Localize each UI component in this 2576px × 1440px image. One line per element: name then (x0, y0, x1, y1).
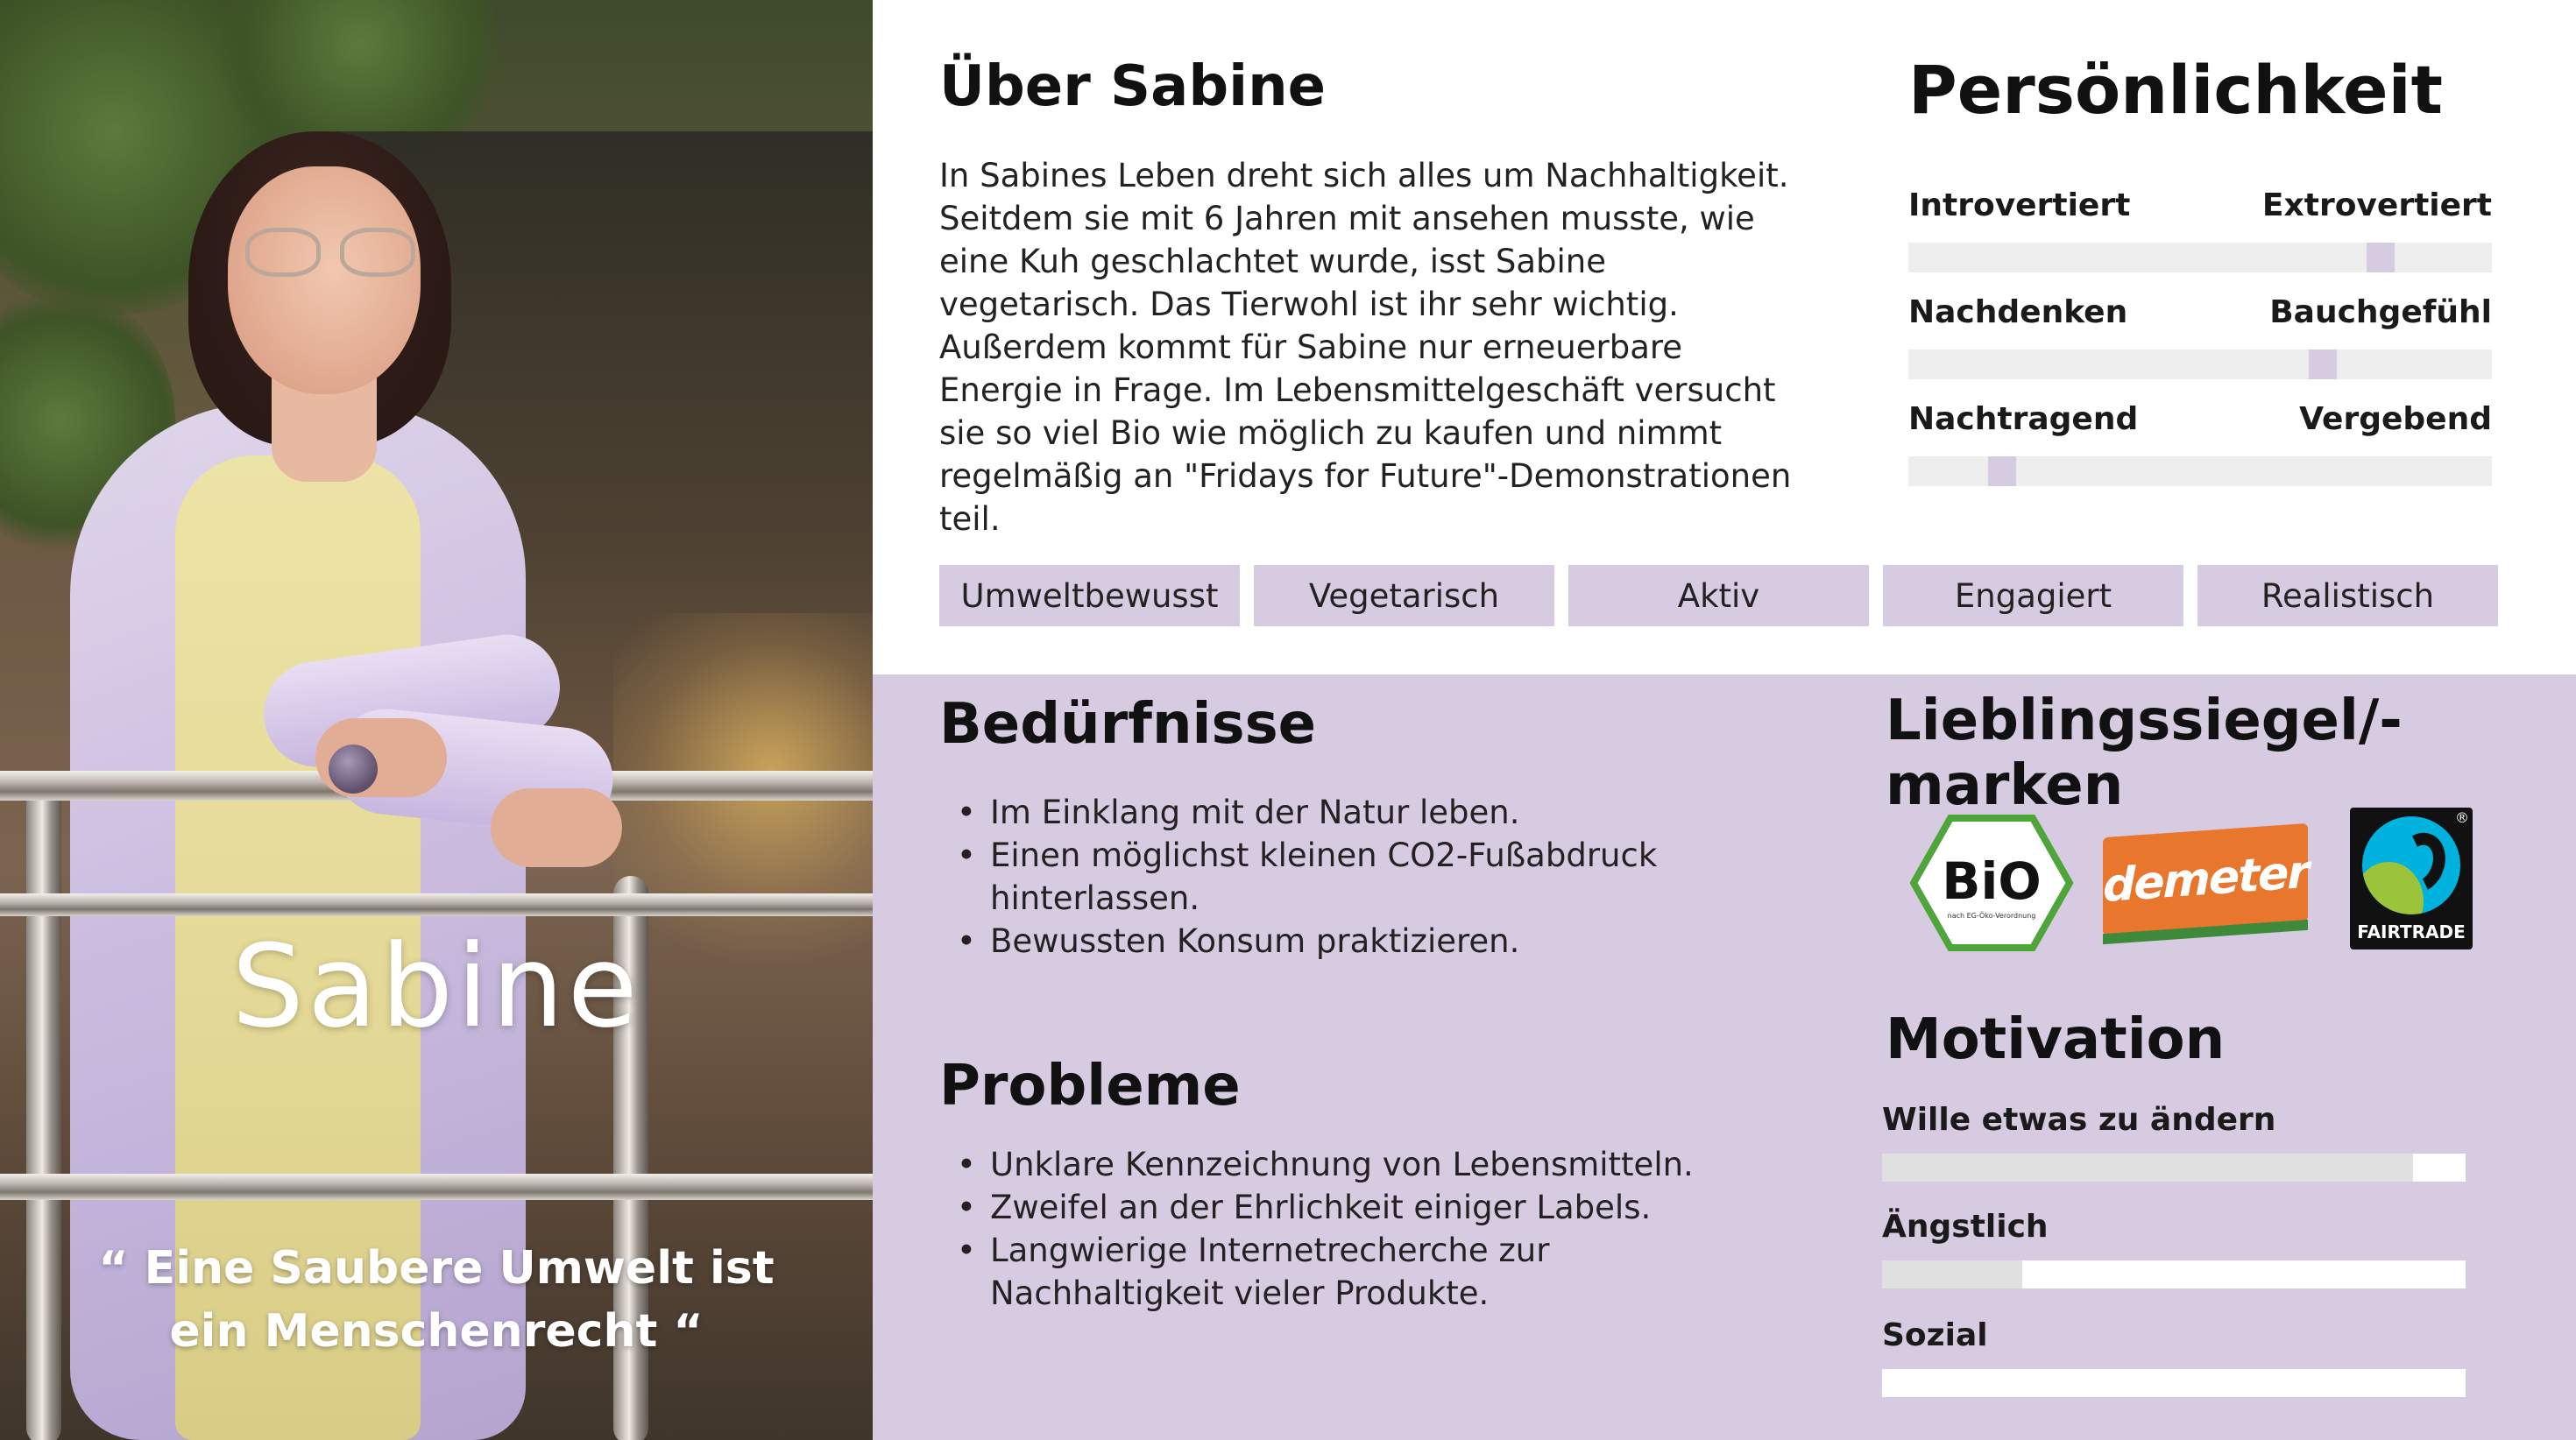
fairtrade-logo-text: FAIRTRADE (2357, 921, 2466, 942)
list-item: Langwierige Internetrecherche zur Nachha… (939, 1229, 1780, 1315)
slider-left-label: Nachtragend (1908, 401, 2139, 437)
persona-hand (491, 788, 622, 867)
list-item: Bewussten Konsum praktizieren. (939, 920, 1780, 963)
slider-marker (1987, 456, 2016, 486)
problems-title: Probleme (939, 1054, 1241, 1119)
list-item: Im Einklang mit der Natur leben. (939, 791, 1780, 834)
slider-left-label: Nachdenken (1908, 294, 2128, 330)
list-item: Unklare Kennzeichnung von Lebensmitteln. (939, 1143, 1780, 1186)
needs-title: Bedürfnisse (939, 692, 1317, 757)
motivation-bar-aengstlich: Ängstlich (1882, 1209, 2466, 1288)
personality-slider-introvert-extrovert: Introvertiert Extrovertiert (1908, 187, 2492, 272)
needs-list: Im Einklang mit der Natur leben. Einen m… (939, 791, 1780, 963)
ring-shape (329, 745, 378, 794)
about-title: Über Sabine (939, 54, 1327, 119)
railing-bar (0, 1174, 873, 1200)
slider-right-label: Bauchgefühl (2269, 294, 2492, 330)
bio-logo-text: BiO (1942, 851, 2041, 911)
demeter-stripe (2103, 919, 2308, 945)
slider-track (1908, 456, 2492, 486)
motivation-label: Wille etwas zu ändern (1882, 1102, 2276, 1138)
personality-title: Persönlichkeit (1908, 51, 2443, 129)
list-item: Einen möglichst kleinen CO2-Fußabdruck h… (939, 834, 1780, 920)
slider-marker (2308, 349, 2337, 379)
persona-photo: Sabine “ Eine Saubere Umwelt ist ein Men… (0, 0, 873, 1440)
motivation-track (1882, 1154, 2466, 1182)
slider-right-label: Extrovertiert (2261, 187, 2492, 223)
personality-slider-nachtragend-vergebend: Nachtragend Vergebend (1908, 401, 2492, 486)
fairtrade-logo: ® FAIRTRADE (2350, 808, 2473, 949)
motivation-fill (1882, 1260, 2022, 1288)
tag-vegetarisch: Vegetarisch (1254, 565, 1554, 626)
motivation-title: Motivation (1886, 1007, 2226, 1072)
slider-left-label: Introvertiert (1908, 187, 2131, 223)
brand-logos: BiO nach EG-Öko-Verordnung demeter ® FAI… (1910, 804, 2473, 953)
railing-bar (0, 893, 873, 916)
problems-list: Unklare Kennzeichnung von Lebensmitteln.… (939, 1143, 1780, 1315)
registered-icon: ® (2455, 809, 2469, 826)
motivation-bar-sozial: Sozial (1882, 1317, 2466, 1397)
list-item: Zweifel an der Ehrlichkeit einiger Label… (939, 1186, 1780, 1229)
tag-umweltbewusst: Umweltbewusst (939, 565, 1240, 626)
slider-track (1908, 349, 2492, 379)
bio-siegel-logo: BiO nach EG-Öko-Verordnung (1910, 815, 2073, 951)
persona-name: Sabine (231, 920, 641, 1053)
motivation-fill (1882, 1154, 2414, 1182)
bio-logo-subtext: nach EG-Öko-Verordnung (1948, 911, 2036, 920)
tag-realistisch: Realistisch (2197, 565, 2498, 626)
motivation-label: Ängstlich (1882, 1209, 2049, 1245)
demeter-logo: demeter (2103, 822, 2308, 945)
trait-tags: Umweltbewusst Vegetarisch Aktiv Engagier… (939, 565, 2498, 626)
motivation-track (1882, 1369, 2466, 1397)
motivation-track (1882, 1260, 2466, 1288)
slider-marker (2367, 243, 2396, 272)
persona-face (228, 166, 421, 394)
tag-engagiert: Engagiert (1883, 565, 2183, 626)
tag-aktiv: Aktiv (1568, 565, 1869, 626)
personality-slider-nachdenken-bauchgefuehl: Nachdenken Bauchgefühl (1908, 294, 2492, 379)
slider-right-label: Vergebend (2299, 401, 2492, 437)
demeter-logo-text: demeter (2103, 845, 2308, 914)
persona-quote: “ Eine Saubere Umwelt ist ein Menschenre… (98, 1242, 775, 1358)
about-text: In Sabines Leben dreht sich alles um Nac… (939, 157, 1792, 538)
glasses-shape (245, 228, 421, 280)
slider-track (1908, 243, 2492, 272)
motivation-label: Sozial (1882, 1317, 1988, 1353)
brands-title: Lieblingssiegel/-marken (1886, 688, 2403, 818)
fairtrade-circle (2362, 816, 2460, 914)
motivation-bar-wille: Wille etwas zu ändern (1882, 1102, 2466, 1182)
